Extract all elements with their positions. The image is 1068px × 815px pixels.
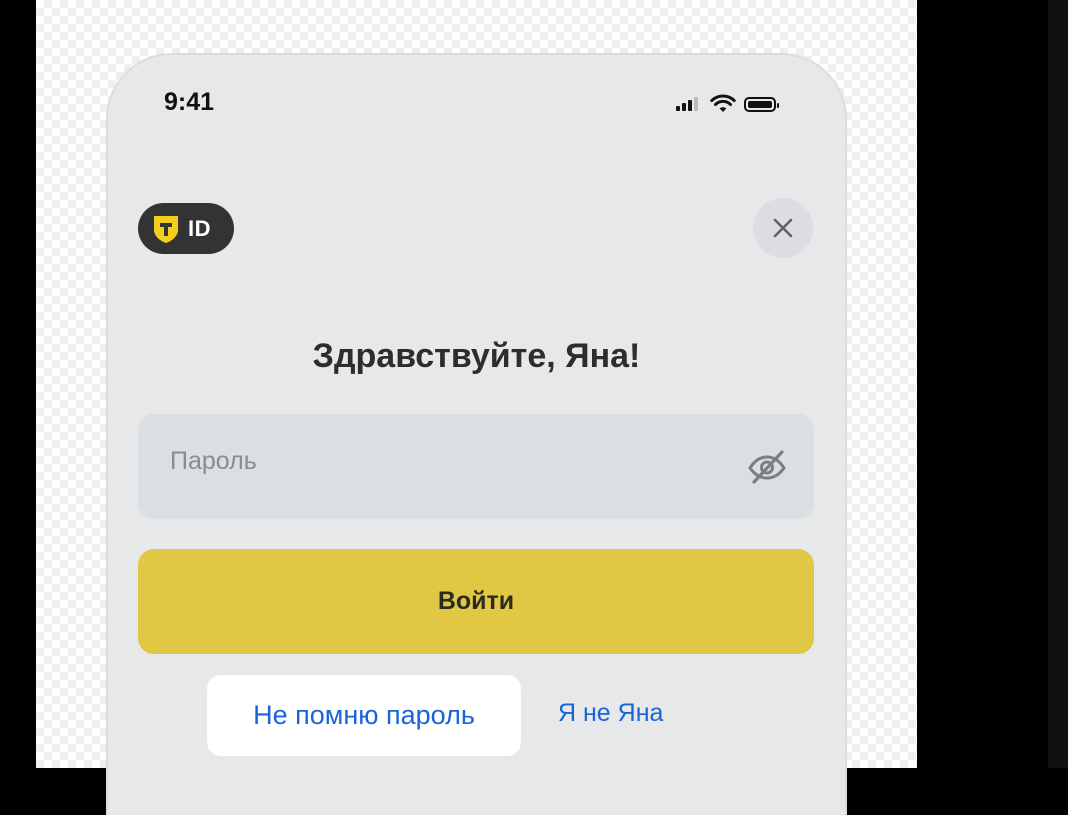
page-title: Здравствуйте, Яна! xyxy=(312,337,641,375)
shield-t-icon xyxy=(154,215,178,243)
eye-off-icon[interactable] xyxy=(744,444,790,490)
forgot-password-button[interactable]: Не помню пароль xyxy=(207,675,521,756)
badge-text: ID xyxy=(188,215,211,241)
close-icon xyxy=(773,218,793,238)
password-field xyxy=(138,414,814,519)
not-me-link[interactable]: Я не Яна xyxy=(558,699,663,728)
wifi-icon xyxy=(710,94,736,112)
cellular-signal-icon xyxy=(676,97,698,111)
battery-icon xyxy=(744,96,779,112)
t-id-logo: ID xyxy=(138,203,234,254)
close-button[interactable] xyxy=(753,198,813,258)
password-input[interactable] xyxy=(168,440,732,482)
status-time: 9:41 xyxy=(164,88,215,116)
login-button[interactable]: Войти xyxy=(138,549,814,654)
status-icons xyxy=(676,93,779,115)
phone-screen: 9:41 ID Здравствуйте, Яна! Войти Не помн… xyxy=(108,55,845,815)
right-edge-panel xyxy=(1048,0,1068,768)
